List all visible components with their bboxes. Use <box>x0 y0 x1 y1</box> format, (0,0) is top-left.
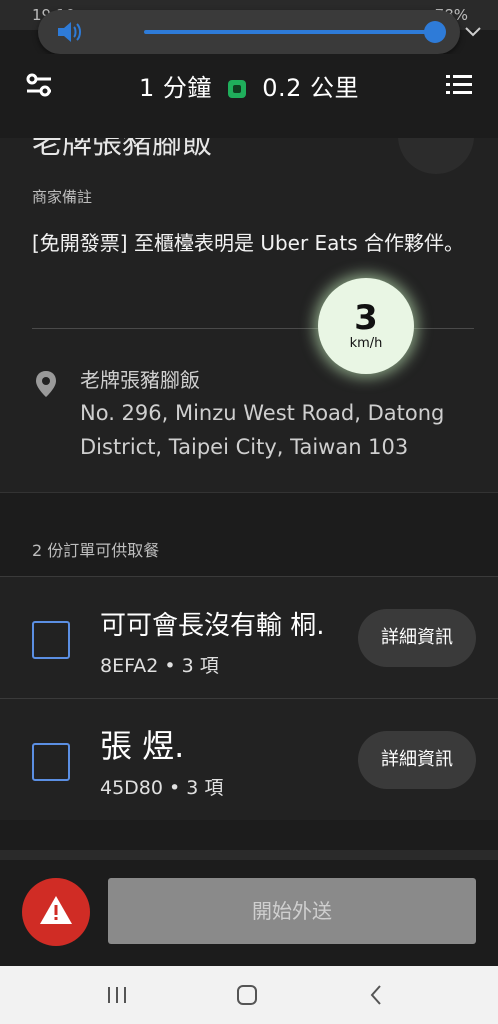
distance-text: 0.2 公里 <box>262 74 359 102</box>
action-bar: 開始外送 <box>0 860 498 966</box>
system-nav-bar <box>0 966 498 1024</box>
bag-icon <box>228 80 247 98</box>
order-row[interactable]: 可可會長沒有輸 桐. 8EFA2 • 3 項 詳細資訊 <box>0 576 498 699</box>
trip-header: 1 分鐘 0.2 公里 <box>0 54 498 139</box>
note-label: 商家備註 <box>32 188 93 206</box>
recent-apps-icon[interactable] <box>104 982 130 1008</box>
eta-text: 1 分鐘 <box>139 74 212 102</box>
volume-slider-track[interactable] <box>144 30 436 34</box>
safety-alert-button[interactable] <box>22 878 90 946</box>
location-pin-icon <box>36 371 56 397</box>
start-delivery-button[interactable]: 開始外送 <box>108 878 476 944</box>
speaker-icon[interactable] <box>56 20 82 44</box>
orders-count-label: 2 份訂單可供取餐 <box>32 541 160 560</box>
list-end <box>0 820 498 860</box>
volume-panel[interactable] <box>38 10 481 54</box>
chevron-down-icon[interactable] <box>464 22 482 40</box>
store-title: 老牌張豬腳飯 <box>32 138 212 161</box>
order-customer-name: 可可會長沒有輸 桐. <box>100 611 325 641</box>
orders-section: 2 份訂單可供取餐 <box>0 492 498 577</box>
note-text: [免開發票] 至櫃檯表明是 Uber Eats 合作夥伴。 <box>32 231 465 255</box>
order-row[interactable]: 張 煜. 45D80 • 3 項 詳細資訊 <box>0 698 498 821</box>
order-meta: 8EFA2 • 3 項 <box>100 655 219 677</box>
list-end-strip <box>0 850 498 860</box>
store-card: 老牌張豬腳飯 商家備註 [免開發票] 至櫃檯表明是 Uber Eats 合作夥伴… <box>0 138 498 492</box>
home-icon[interactable] <box>234 982 260 1008</box>
back-icon[interactable] <box>364 982 390 1008</box>
order-checkbox[interactable] <box>32 621 70 659</box>
speed-indicator: 3 km/h <box>318 278 414 374</box>
navigate-button[interactable] <box>398 138 474 174</box>
order-details-button[interactable]: 詳細資訊 <box>358 731 476 789</box>
place-name: 老牌張豬腳飯 <box>80 368 200 392</box>
list-icon[interactable] <box>444 70 474 100</box>
trip-summary: 1 分鐘 0.2 公里 <box>0 68 498 103</box>
warning-icon <box>40 896 72 924</box>
order-checkbox[interactable] <box>32 743 70 781</box>
volume-slider-thumb[interactable] <box>424 21 446 43</box>
order-meta: 45D80 • 3 項 <box>100 777 224 799</box>
speed-value: 3 <box>354 298 378 338</box>
order-customer-name: 張 煜. <box>100 727 185 765</box>
order-details-button[interactable]: 詳細資訊 <box>358 609 476 667</box>
store-address: No. 296, Minzu West Road, Datong Distric… <box>80 401 445 459</box>
speed-unit: km/h <box>349 336 383 351</box>
